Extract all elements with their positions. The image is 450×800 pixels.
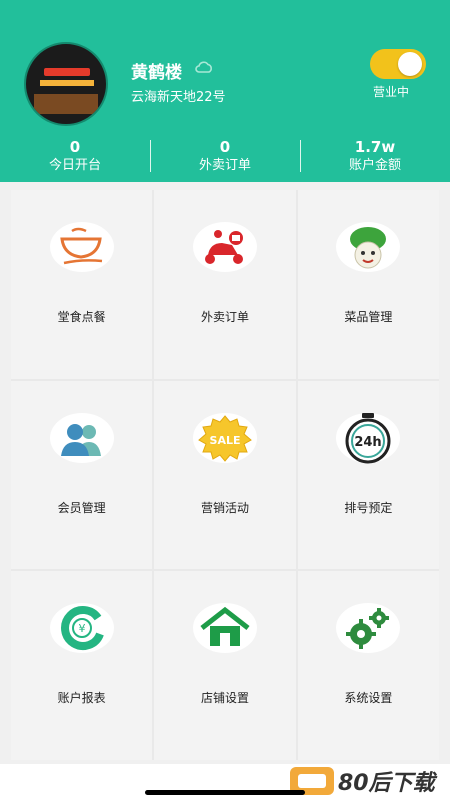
stat-value: 0: [219, 138, 231, 156]
stat-today-tables[interactable]: 0 今日开台: [0, 138, 150, 176]
cloud-icon: [195, 61, 212, 73]
yuan-symbol: ¥: [78, 622, 85, 635]
menu-grid: 堂食点餐 外卖订单 菜品管理 会员管理 SALE 营销活动 24h 排号预定 ¥…: [11, 190, 439, 760]
menu-label: 外卖订单: [200, 310, 249, 324]
toggle-knob: [398, 52, 422, 76]
menu-label: 会员管理: [57, 500, 106, 515]
menu-system-settings[interactable]: 系统设置: [297, 571, 439, 760]
menu-label: 系统设置: [344, 691, 393, 706]
stopwatch-text: 24h: [355, 435, 382, 450]
menu-member-management[interactable]: 会员管理: [11, 380, 153, 570]
menu-label: 店铺设置: [200, 691, 249, 706]
sale-badge-text: SALE: [210, 434, 241, 447]
stopwatch-24h-icon: 24h: [345, 412, 391, 464]
stat-account-balance[interactable]: 1.7w 账户金额: [300, 138, 450, 176]
watermark-logo: 80后下载: [290, 764, 435, 798]
menu-label: 排号预定: [344, 500, 393, 515]
store-address: 云海新天地22号: [131, 90, 226, 105]
house-icon: [200, 607, 250, 647]
menu-label: 营销活动: [200, 500, 249, 515]
store-name: 黄鹤楼: [131, 63, 182, 83]
stat-divider: [300, 140, 301, 172]
business-status-label: 营业中: [373, 85, 410, 99]
cabbage-icon: [350, 227, 387, 269]
stat-label: 账户金额: [348, 158, 401, 173]
stat-value: 1.7w: [354, 138, 396, 156]
store-avatar[interactable]: [24, 42, 108, 126]
home-indicator: [145, 790, 305, 795]
stats-row: 0 今日开台 0 外卖订单 1.7w 账户金额: [0, 138, 450, 178]
stat-label: 今日开台: [48, 158, 101, 173]
sale-badge-icon: SALE: [198, 414, 252, 462]
delivery-scooter-icon: [204, 230, 243, 264]
menu-marketing-campaigns[interactable]: SALE 营销活动: [154, 380, 296, 570]
stat-value: 0: [69, 138, 81, 156]
business-status-toggle[interactable]: [370, 49, 426, 79]
yuan-report-icon: ¥: [60, 606, 104, 651]
menu-label: 堂食点餐: [57, 310, 106, 324]
store-header: 黄鹤楼 云海新天地22号 营业中 0 今日开台 0 外卖订单 1.7w 账户金额: [0, 0, 450, 182]
menu-queue-reservation[interactable]: 24h 排号预定: [297, 380, 439, 570]
menu-dish-management[interactable]: 菜品管理: [297, 190, 439, 379]
stat-takeout-orders[interactable]: 0 外卖订单: [150, 138, 300, 176]
bowl-icon: [59, 227, 102, 265]
members-icon: [60, 423, 101, 456]
menu-takeout-orders[interactable]: 外卖订单: [154, 190, 296, 379]
watermark-text: 80后下载: [338, 771, 435, 796]
stat-divider: [150, 140, 151, 172]
gears-icon: [346, 608, 390, 650]
menu-account-reports[interactable]: ¥ 账户报表: [11, 571, 153, 760]
menu-dine-in-ordering[interactable]: 堂食点餐: [11, 190, 153, 379]
menu-store-settings[interactable]: 店铺设置: [154, 571, 296, 760]
menu-label: 菜品管理: [344, 310, 393, 324]
stat-label: 外卖订单: [198, 158, 251, 173]
menu-label: 账户报表: [57, 691, 106, 706]
